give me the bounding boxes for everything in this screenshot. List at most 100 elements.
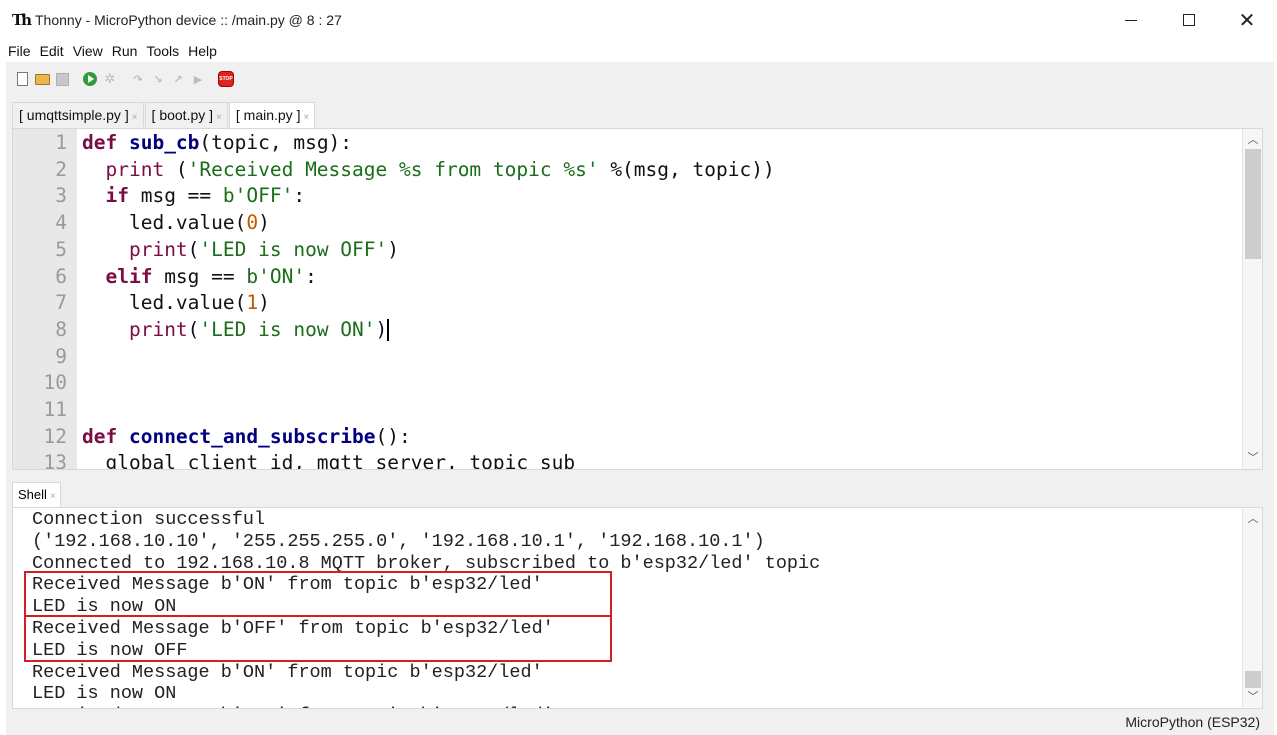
- code-token: :: [305, 264, 317, 288]
- line-number: 1: [55, 131, 67, 154]
- code-token: def: [82, 424, 129, 448]
- code-token: ():: [375, 424, 411, 448]
- interpreter-status[interactable]: MicroPython (ESP32): [1125, 714, 1260, 730]
- shell-panel[interactable]: Connection successful ('192.168.10.10', '…: [12, 507, 1263, 709]
- tab-close-icon[interactable]: ×: [132, 112, 138, 123]
- code-line[interactable]: elif msg == b'ON':: [82, 264, 317, 288]
- tab-close-icon[interactable]: ×: [216, 112, 222, 123]
- tab-close-icon[interactable]: ×: [303, 112, 309, 123]
- run-icon: [83, 72, 97, 86]
- code-line[interactable]: print('LED is now OFF'): [82, 238, 399, 261]
- main-area: ✲ ↷ ↘ ↗ ▶ STOP [ umqttsimple.py ] × [ boo…: [6, 62, 1274, 735]
- shell-scrollbar[interactable]: ︿ ﹀: [1242, 508, 1262, 708]
- open-file-button[interactable]: [34, 71, 50, 87]
- code-line[interactable]: global client_id, mqtt_server, topic_sub: [82, 451, 576, 470]
- step-out-button[interactable]: ↗: [170, 71, 186, 87]
- code-token: ): [258, 291, 270, 315]
- tab-label: [ main.py ]: [235, 107, 301, 123]
- code-line[interactable]: def connect_and_subscribe():: [82, 425, 411, 448]
- step-into-button[interactable]: ↘: [150, 71, 166, 87]
- shell-line: ('192.168.10.10', '255.255.255.0', '192.…: [32, 530, 765, 552]
- maximize-icon: [1183, 14, 1195, 26]
- code-token: ): [258, 211, 270, 235]
- save-file-button[interactable]: [54, 71, 70, 87]
- code-line[interactable]: print('LED is now ON'): [82, 317, 390, 342]
- tab-main[interactable]: [ main.py ] ×: [228, 102, 316, 128]
- code-token: (: [187, 317, 200, 341]
- highlight-box-off: [24, 615, 612, 662]
- menu-file[interactable]: File: [7, 40, 37, 62]
- menu-run[interactable]: Run: [111, 40, 144, 62]
- new-file-button[interactable]: [14, 71, 30, 87]
- minimize-button[interactable]: [1108, 6, 1154, 34]
- resume-button[interactable]: ▶: [190, 71, 206, 87]
- code-token: ): [375, 317, 388, 341]
- maximize-button[interactable]: [1166, 6, 1212, 34]
- code-line[interactable]: print ('Received Message %s from topic %…: [82, 157, 774, 181]
- scroll-down-icon[interactable]: ﹀: [1243, 449, 1262, 467]
- open-folder-icon: [34, 73, 50, 85]
- code-line[interactable]: def sub_cb(topic, msg):: [82, 131, 352, 154]
- code-token: 1: [246, 291, 259, 315]
- code-token: elif: [105, 264, 153, 288]
- code-token: print: [128, 317, 188, 341]
- scrollbar-thumb[interactable]: [1245, 671, 1261, 688]
- code-token: if: [105, 184, 129, 208]
- run-button[interactable]: [82, 71, 98, 87]
- code-line[interactable]: if msg == b'OFF':: [82, 184, 305, 207]
- stop-button[interactable]: STOP: [218, 71, 234, 87]
- step-out-icon: ↗: [173, 72, 183, 86]
- title-bar: Th Thonny - MicroPython device :: /main.…: [0, 0, 1277, 40]
- close-button[interactable]: ✕: [1224, 6, 1270, 34]
- line-number: 7: [55, 291, 67, 315]
- line-number: 11: [43, 398, 67, 421]
- scroll-down-icon[interactable]: ﹀: [1243, 688, 1262, 706]
- code-token: b'OFF': [222, 184, 294, 208]
- editor-scrollbar[interactable]: ︿ ﹀: [1242, 129, 1262, 469]
- code-token: :: [293, 184, 306, 208]
- menu-edit[interactable]: Edit: [39, 40, 70, 62]
- menu-tools[interactable]: Tools: [145, 40, 185, 62]
- code-editor[interactable]: 1 2 3 4 5 6 7 8 9 10 11 12 13 def sub_cb(topic, msg)…: [12, 128, 1263, 470]
- code-token: global client_id, mqtt_server, topic_sub: [82, 451, 576, 470]
- line-number: 13: [43, 451, 67, 470]
- shell-line: Received Message b'ON' from topic b'esp3…: [32, 661, 543, 683]
- code-token: (: [187, 237, 200, 261]
- line-number: 9: [55, 344, 67, 368]
- window-title: Thonny - MicroPython device :: /main.py …: [35, 12, 342, 28]
- line-number: 5: [55, 237, 67, 261]
- close-icon: ✕: [1238, 8, 1256, 32]
- shell-line: LED is now ON: [32, 683, 177, 705]
- scrollbar-thumb[interactable]: [1245, 149, 1261, 259]
- debug-button[interactable]: ✲: [102, 71, 118, 87]
- step-over-button[interactable]: ↷: [130, 71, 146, 87]
- scroll-up-icon[interactable]: ︿: [1243, 131, 1262, 149]
- tab-shell[interactable]: Shell ×: [12, 482, 61, 507]
- toolbar: ✲ ↷ ↘ ↗ ▶ STOP: [14, 70, 238, 88]
- tab-umqttsimple[interactable]: [ umqttsimple.py ] ×: [12, 102, 144, 127]
- editor-tabs: [ umqttsimple.py ] × [ boot.py ] × [ main.…: [12, 102, 316, 128]
- tab-close-icon[interactable]: ×: [50, 491, 56, 502]
- thonny-logo-icon: Th: [12, 11, 32, 29]
- code-token: sub_cb: [128, 131, 200, 154]
- code-token: msg ==: [128, 184, 223, 208]
- code-token: b'ON': [246, 264, 306, 288]
- scroll-up-icon[interactable]: ︿: [1243, 510, 1262, 528]
- shell-tab-label: Shell: [18, 487, 47, 502]
- menu-bar: File Edit View Run Tools Help: [0, 40, 1277, 62]
- code-line[interactable]: led.value(1): [82, 291, 270, 314]
- code-line[interactable]: led.value(0): [82, 211, 270, 234]
- line-number-gutter: 1 2 3 4 5 6 7 8 9 10 11 12 13: [13, 129, 77, 469]
- menu-help[interactable]: Help: [187, 40, 223, 62]
- menu-view[interactable]: View: [72, 40, 109, 62]
- code-token: led.value(: [82, 291, 247, 315]
- code-token: def: [82, 131, 129, 154]
- code-token: 'LED is now ON': [199, 317, 376, 341]
- shell-line: Connection successful: [32, 509, 266, 530]
- shell-line: Received Message b'OFF' from topic b'esp…: [32, 705, 554, 708]
- code-token: 'Received Message %s from topic %s': [187, 157, 599, 181]
- tab-boot[interactable]: [ boot.py ] ×: [144, 102, 228, 127]
